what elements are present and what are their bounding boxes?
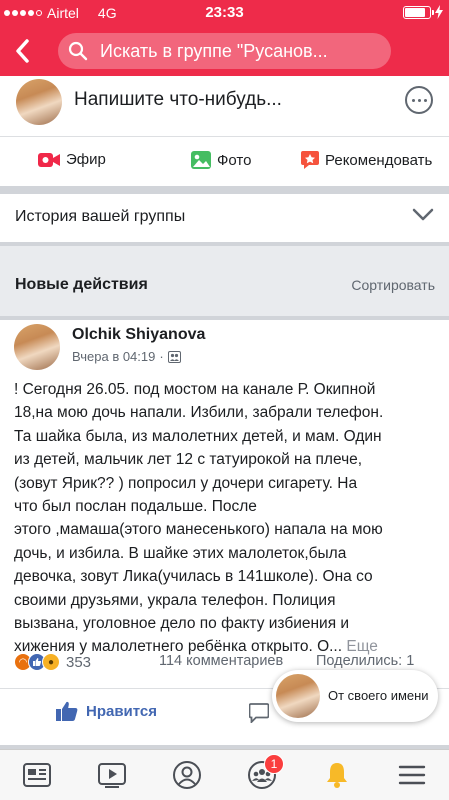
post-as-chat-head[interactable]: От своего имени (272, 670, 438, 722)
status-right (403, 5, 443, 19)
status-bar: Airtel 4G 23:33 (0, 0, 449, 26)
wow-reaction-icon: ● (42, 653, 60, 671)
recommend-button[interactable]: Рекомендовать (301, 151, 432, 169)
section-title: Новые действия (15, 276, 148, 293)
post-line: своими друзьями, украла телефон. Полиция (14, 591, 336, 609)
post-line: Та шайка была, из малолетних детей, и ма… (14, 427, 382, 445)
photo-button[interactable]: Фото (191, 151, 251, 169)
tab-notifications[interactable] (322, 760, 354, 792)
reaction-count: 353 (66, 653, 92, 671)
notification-badge: 1 (264, 754, 284, 774)
post-meta: Вчера в 04:19 · (72, 349, 181, 364)
like-button[interactable]: Нравится (56, 701, 157, 721)
battery-icon (403, 5, 434, 19)
tab-news-feed[interactable] (22, 760, 54, 792)
post-line: этого ,мамаша(этого манесенького) напала… (14, 521, 383, 539)
news-feed-icon (23, 763, 51, 787)
new-activity-header: Новые действия Сортировать (0, 246, 449, 316)
chevron-down-icon (412, 208, 434, 221)
reactions-summary[interactable]: ◠ ● 353 (14, 653, 91, 671)
comments-count[interactable]: 114 комментариев (159, 653, 283, 669)
group-audience-icon (167, 350, 181, 363)
back-button[interactable] (14, 38, 38, 64)
group-story-title: История вашей группы (15, 208, 186, 225)
post-line: 18,на мою дочь напали. Избили, забрали т… (14, 404, 384, 422)
tab-watch[interactable] (97, 760, 129, 792)
author-avatar[interactable] (14, 324, 60, 370)
profile-icon (173, 761, 201, 789)
comment-icon (248, 703, 270, 725)
group-search-input[interactable]: Искать в группе "Русанов... (58, 33, 391, 69)
nav-bar: Искать в группе "Русанов... (0, 26, 449, 76)
meta-separator: · (159, 349, 164, 364)
chat-head-text: От своего имени (328, 688, 429, 703)
photo-label: Фото (217, 151, 252, 169)
recommend-label: Рекомендовать (325, 151, 433, 169)
bottom-tab-bar: 1 (0, 749, 449, 800)
post-line: ! Сегодня 26.05. под мостом на канале Р.… (14, 381, 376, 398)
recommend-icon (301, 151, 319, 169)
group-story-row[interactable]: История вашей группы (0, 194, 449, 242)
post-line: девочка, зовут Лика(училась в 141школе).… (14, 568, 373, 586)
post-body: ! Сегодня 26.05. под мостом на канале Р.… (14, 378, 438, 659)
post-line: из детей, мальчик лет 12 с татуирокой на… (14, 451, 363, 469)
composer-actions: Эфир Фото Рекомендовать (0, 136, 449, 186)
sort-button[interactable]: Сортировать (351, 277, 435, 293)
live-button[interactable]: Эфир (38, 151, 106, 168)
more-options-button[interactable] (405, 86, 433, 114)
shares-count[interactable]: Поделились: 1 (316, 653, 414, 669)
post-composer[interactable]: Напишите что-нибудь... (0, 76, 449, 136)
chat-head-avatar (276, 674, 320, 718)
post-line: что был послан подальше. После (14, 498, 257, 516)
chevron-left-icon (16, 39, 29, 63)
tab-profile[interactable] (172, 760, 204, 792)
charging-icon (435, 5, 443, 19)
post-time[interactable]: Вчера в 04:19 (72, 349, 155, 364)
user-avatar (16, 79, 62, 125)
live-label: Эфир (66, 151, 106, 168)
menu-icon (398, 765, 426, 785)
search-text: Искать в группе "Русанов... (100, 40, 328, 61)
live-video-icon (38, 152, 60, 167)
search-icon (68, 41, 88, 61)
divider (0, 186, 449, 194)
bell-icon (327, 763, 347, 788)
post-author[interactable]: Olchik Shiyanova (72, 326, 205, 344)
comment-button[interactable] (248, 703, 270, 728)
composer-prompt[interactable]: Напишите что-нибудь... (74, 89, 282, 111)
post-line: (зовут Ярик?? ) попросил у дочери сигаре… (14, 474, 358, 492)
tab-menu[interactable] (397, 760, 429, 792)
photo-icon (191, 151, 211, 169)
status-time: 23:33 (205, 4, 244, 21)
battery-fill (405, 7, 426, 17)
like-label: Нравится (86, 702, 158, 720)
thumbs-up-icon (56, 701, 78, 721)
post-line: дочь, и избила. В шайке этих малолеток,б… (14, 544, 347, 562)
video-icon (98, 763, 126, 788)
post-line: вызвана, уголовное дело по факту избиени… (14, 615, 350, 633)
